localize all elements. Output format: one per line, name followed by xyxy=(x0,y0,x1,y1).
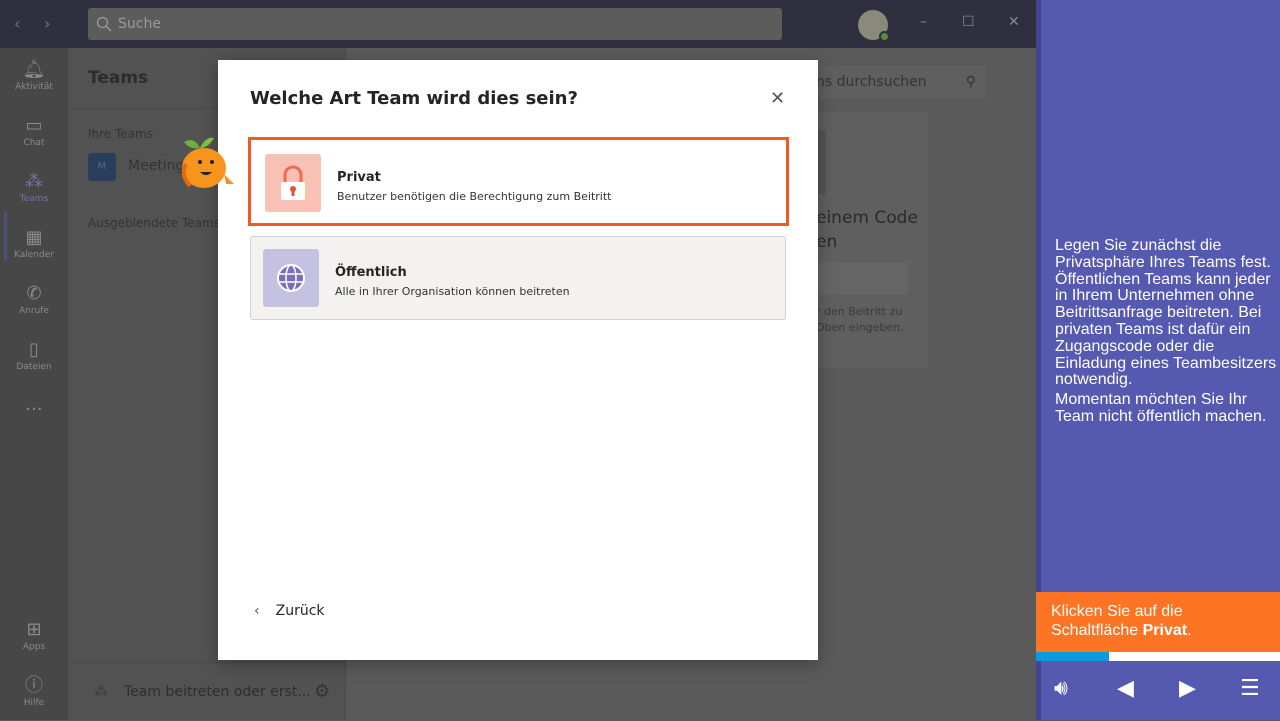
rail-label: Hilfe xyxy=(23,698,45,708)
phone-icon: ✆ xyxy=(26,283,42,304)
rail-label: Chat xyxy=(23,138,45,148)
teams-search-input[interactable]: ns durchsuchen ⚲ xyxy=(800,66,986,98)
rail-label: Aktivität xyxy=(15,82,53,92)
join-label: Team beitreten oder erst... xyxy=(124,684,311,700)
option-desc: Benutzer benötigen die Berechtigung zum … xyxy=(337,190,612,203)
card-desc-line: r den Beitritt zu xyxy=(816,305,903,318)
calendar-icon: ▦ xyxy=(25,227,43,248)
file-icon: ▯ xyxy=(29,339,39,360)
teams-icon: ⁂ xyxy=(25,171,43,192)
dialog-title: Welche Art Team wird dies sein? xyxy=(250,88,578,109)
title-bar: ‹ › Suche – ☐ ✕ xyxy=(0,0,1036,48)
maximize-button[interactable]: ☐ xyxy=(962,14,975,30)
tutorial-paragraph: Momentan möchten Sie Ihr Team nicht öffe… xyxy=(1055,391,1267,425)
instruction-target: Privat xyxy=(1142,622,1188,639)
card-desc-line: Oben eingeben. xyxy=(816,321,904,334)
minimize-button[interactable]: – xyxy=(920,14,927,30)
rail-item-files[interactable]: ▯ Dateien xyxy=(0,338,68,372)
search-icon: ⚲ xyxy=(965,74,976,90)
previous-icon[interactable]: ◀ xyxy=(1117,676,1134,701)
bell-icon: 🔔︎ xyxy=(22,59,46,80)
lock-icon xyxy=(265,154,321,212)
instruction-end: . xyxy=(1187,622,1192,639)
globe-icon xyxy=(263,249,319,307)
rail-label: Teams xyxy=(19,194,49,204)
app-rail: 🔔︎ Aktivität ▭ Chat ⁂ Teams ▦ Kalender ✆ Anru… xyxy=(0,48,68,720)
rail-item-help[interactable]: ⓘ Hilfe xyxy=(0,674,68,708)
progress-bar xyxy=(1036,652,1280,661)
help-icon: ⓘ xyxy=(25,675,43,696)
join-create-team-button[interactable]: ⁂ Team beitreten oder erst... ⚙ xyxy=(68,662,346,720)
your-teams-label: Ihre Teams xyxy=(88,127,153,141)
chat-icon: ▭ xyxy=(25,115,43,136)
rail-item-apps[interactable]: ⊞ Apps xyxy=(0,618,68,652)
next-icon[interactable]: ▶ xyxy=(1179,676,1196,701)
rail-item-teams[interactable]: ⁂ Teams xyxy=(0,170,68,204)
rail-label: Dateien xyxy=(16,362,52,372)
card-description: r den Beitritt zu Oben eingeben. xyxy=(816,304,904,336)
chevron-left-icon: ‹ xyxy=(254,603,260,619)
option-title: Privat xyxy=(337,170,381,185)
search-input[interactable]: Suche xyxy=(88,8,782,40)
status-available-icon xyxy=(879,31,890,42)
tutorial-paragraph: Legen Sie zunächst die Privatsphäre Ihre… xyxy=(1055,237,1277,389)
card-title: einem Code en xyxy=(816,206,918,254)
tutorial-text: Legen Sie zunächst die Privatsphäre Ihre… xyxy=(1055,237,1280,429)
public-option[interactable]: Öffentlich Alle in Ihrer Organisation kö… xyxy=(250,236,786,320)
rail-item-calendar[interactable]: ▦ Kalender xyxy=(0,226,68,260)
rail-item-chat[interactable]: ▭ Chat xyxy=(0,114,68,148)
progress-fill xyxy=(1036,652,1110,661)
rail-item-activity[interactable]: 🔔︎ Aktivität xyxy=(0,58,68,92)
more-icon: ··· xyxy=(25,399,43,420)
option-desc: Alle in Ihrer Organisation können beitre… xyxy=(335,285,570,298)
option-title: Öffentlich xyxy=(335,265,407,280)
rail-label: Apps xyxy=(22,642,46,652)
rail-label: Anrufe xyxy=(19,306,49,316)
search-icon xyxy=(96,16,112,32)
rail-item-calls[interactable]: ✆ Anrufe xyxy=(0,282,68,316)
team-avatar: M xyxy=(88,153,116,181)
back-label: Zurück xyxy=(275,603,325,619)
volume-icon[interactable]: 🔊︎ xyxy=(1054,676,1068,701)
tutorial-highlight: Privat Benutzer benötigen die Berechtigu… xyxy=(248,137,789,226)
back-button[interactable]: ‹ Zurück xyxy=(254,603,325,619)
avatar[interactable] xyxy=(858,10,890,42)
more-apps-button[interactable]: ··· xyxy=(0,398,68,422)
mascot-icon xyxy=(181,137,234,188)
instruction-box: Klicken Sie auf die Schaltfläche Privat. xyxy=(1036,592,1280,652)
gear-icon[interactable]: ⚙ xyxy=(314,663,330,721)
forward-nav-icon[interactable]: › xyxy=(44,14,50,33)
search-placeholder: Suche xyxy=(118,16,161,32)
close-icon[interactable]: ✕ xyxy=(770,88,785,109)
card-title-line: einem Code xyxy=(816,208,918,228)
back-nav-icon[interactable]: ‹ xyxy=(14,14,20,33)
hidden-teams-label: Ausgeblendete Teams xyxy=(88,216,220,230)
close-window-button[interactable]: ✕ xyxy=(1008,14,1020,30)
menu-icon[interactable]: ☰ xyxy=(1240,676,1260,701)
teams-search-placeholder: ns durchsuchen xyxy=(816,74,927,90)
apps-icon: ⊞ xyxy=(26,619,42,640)
panel-title: Teams xyxy=(88,68,149,88)
card-title-line: en xyxy=(816,232,838,252)
private-option[interactable]: Privat Benutzer benötigen die Berechtigu… xyxy=(253,142,785,222)
rail-label: Kalender xyxy=(14,250,54,260)
teams-icon: ⁂ xyxy=(94,684,108,700)
